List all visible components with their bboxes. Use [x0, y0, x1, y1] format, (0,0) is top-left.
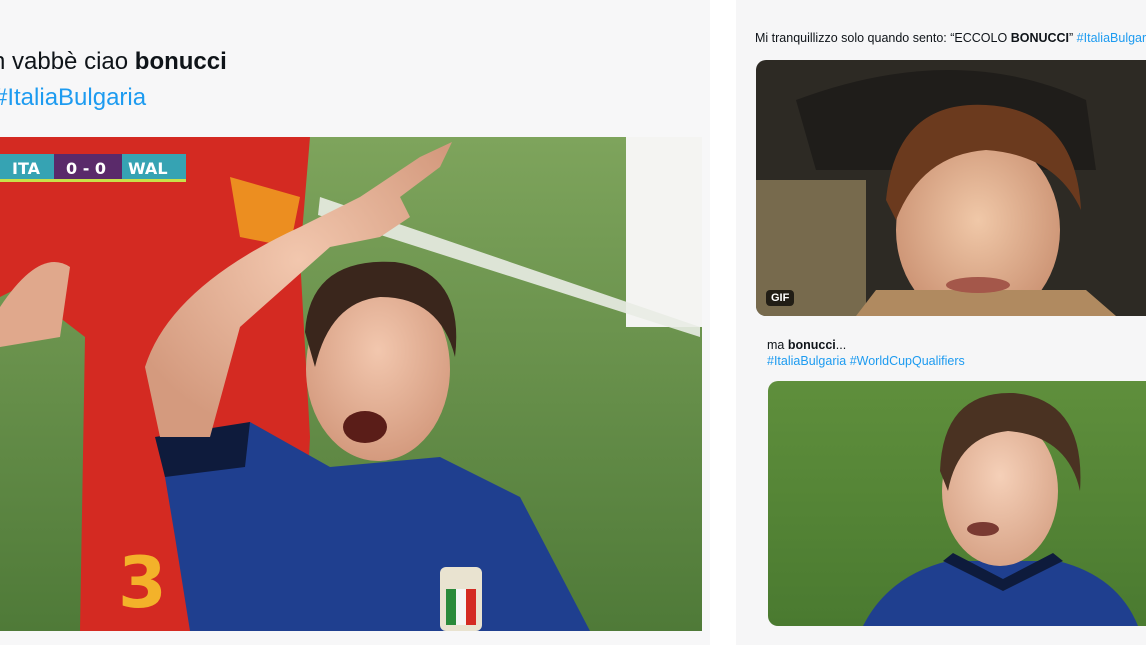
goal-post	[626, 137, 702, 327]
tweet-image[interactable]: 3 ITA 0 - 0 WAL	[0, 137, 702, 631]
hashtag-link[interactable]: #WorldCupQualifiers	[850, 354, 965, 368]
tweet-text-suffix: ”	[1069, 31, 1077, 45]
tweet-text: n vabbè ciao bonucci	[0, 48, 227, 76]
tweet-column-right: Mi tranquillizzo solo quando sento: “ECC…	[736, 0, 1146, 645]
tweet-text-prefix: Mi tranquillizzo solo quando sento: “ECC…	[755, 31, 1011, 45]
shirt-number: 3	[118, 542, 167, 624]
tweet-text-prefix: n vabbè ciao	[0, 48, 135, 75]
tweet-text-bold: bonucci	[134, 48, 227, 75]
hashtag-link[interactable]: #ItaliaBulgaria	[0, 84, 146, 112]
tweet-text-suffix: ...	[835, 338, 847, 352]
hashtag-row: #ItaliaBulgaria #WorldCupQualifiers	[767, 354, 965, 368]
tweet-left: n vabbè ciao bonucci #ItaliaBulgaria 3 I…	[0, 0, 710, 645]
score-away: WAL	[128, 159, 168, 178]
hashtag-link[interactable]: #ItaliaBulgaria	[1077, 31, 1146, 45]
gif-badge: GIF	[766, 290, 795, 306]
tweet-gif[interactable]: GIF	[756, 60, 1146, 316]
hashtag-link[interactable]: #ItaliaBulgaria	[767, 354, 846, 368]
tweet-image[interactable]	[768, 381, 1146, 626]
tweet-text-bold: BONUCCI	[1010, 31, 1070, 45]
scarf	[856, 290, 1116, 316]
score-value: 0 - 0	[66, 159, 106, 178]
tweet-text-prefix: ma	[767, 338, 788, 352]
scoreboard: ITA 0 - 0 WAL	[0, 154, 186, 182]
tweet-text: Mi tranquillizzo solo quando sento: “ECC…	[755, 31, 1146, 45]
tweet-text-bold: bonucci	[787, 338, 836, 352]
score-home: ITA	[12, 159, 41, 178]
tweet-text: ma bonucci...	[767, 338, 846, 352]
